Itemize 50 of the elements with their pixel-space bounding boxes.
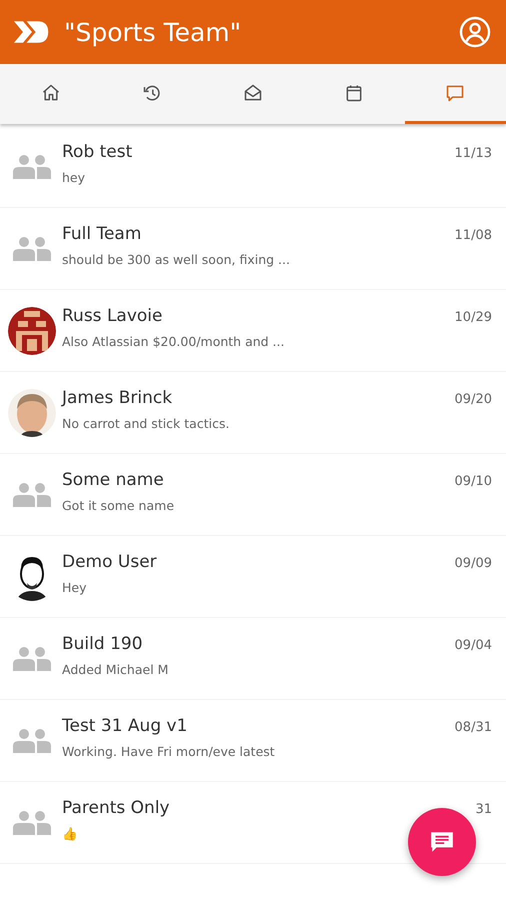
group-icon [13, 482, 51, 508]
conversation-row[interactable]: Test 31 Aug v1 08/31 Working. Have Fri morn/eve latest [0, 700, 506, 782]
conversation-date: 09/20 [454, 392, 492, 407]
conversation-date: 10/29 [454, 310, 492, 325]
group-icon [13, 728, 51, 754]
conversation-row[interactable]: Rob test 11/13 hey [0, 126, 506, 208]
conversation-date: 11/13 [454, 146, 492, 161]
conversation-date: 08/31 [454, 720, 492, 735]
profile-icon[interactable] [459, 16, 491, 48]
new-message-button[interactable] [408, 808, 476, 876]
conversation-name: Full Team [62, 224, 142, 244]
message-preview: Got it some name [62, 498, 176, 513]
conversation-name: James Brinck [62, 388, 172, 408]
conversation-name: Rob test [62, 142, 132, 162]
message-preview: 👍 [62, 826, 79, 841]
conversation-name: Parents Only [62, 798, 170, 818]
conversation-row[interactable]: Full Team 11/08 should be 300 as well soon, fixing ... [0, 208, 506, 290]
message-preview: hey [62, 170, 86, 185]
conversation-name: Build 190 [62, 634, 143, 654]
group-icon [13, 810, 51, 836]
group-icon [13, 154, 51, 180]
logo-icon [14, 19, 50, 45]
conversation-date: 09/04 [454, 638, 492, 653]
history-icon [142, 82, 162, 102]
conversation-row[interactable]: Demo User 09/09 Hey [0, 536, 506, 618]
message-preview: Also Atlassian $20.00/month and ... [62, 334, 286, 349]
conversation-date: 11/08 [454, 228, 492, 243]
home-icon [40, 82, 61, 102]
conversation-name: Russ Lavoie [62, 306, 162, 326]
team-title: "Sports Team" [64, 18, 242, 46]
conversation-date: 31 [475, 802, 492, 817]
conversation-row[interactable]: Build 190 09/04 Added Michael M [0, 618, 506, 700]
message-preview: should be 300 as well soon, fixing ... [62, 252, 291, 267]
conversation-row[interactable]: Some name 09/10 Got it some name [0, 454, 506, 536]
group-icon [13, 236, 51, 262]
message-preview: No carrot and stick tactics. [62, 416, 230, 431]
message-preview: Hey [62, 580, 88, 595]
conversation-date: 09/10 [454, 474, 492, 489]
message-preview: Working. Have Fri morn/eve latest [62, 744, 276, 759]
chat-icon [445, 82, 466, 102]
conversation-name: Demo User [62, 552, 157, 572]
envelope-icon [243, 82, 263, 102]
conversation-row[interactable]: Russ Lavoie 10/29 Also Atlassian $20.00/month and ... [0, 290, 506, 372]
group-icon [13, 646, 51, 672]
conversation-date: 09/09 [454, 556, 492, 571]
message-preview: Added Michael M [62, 662, 170, 677]
conversation-row[interactable]: James Brinck 09/20 No carrot and stick tactics. [0, 372, 506, 454]
conversation-name: Test 31 Aug v1 [62, 716, 188, 736]
calendar-icon [344, 82, 364, 102]
conversation-name: Some name [62, 470, 164, 490]
